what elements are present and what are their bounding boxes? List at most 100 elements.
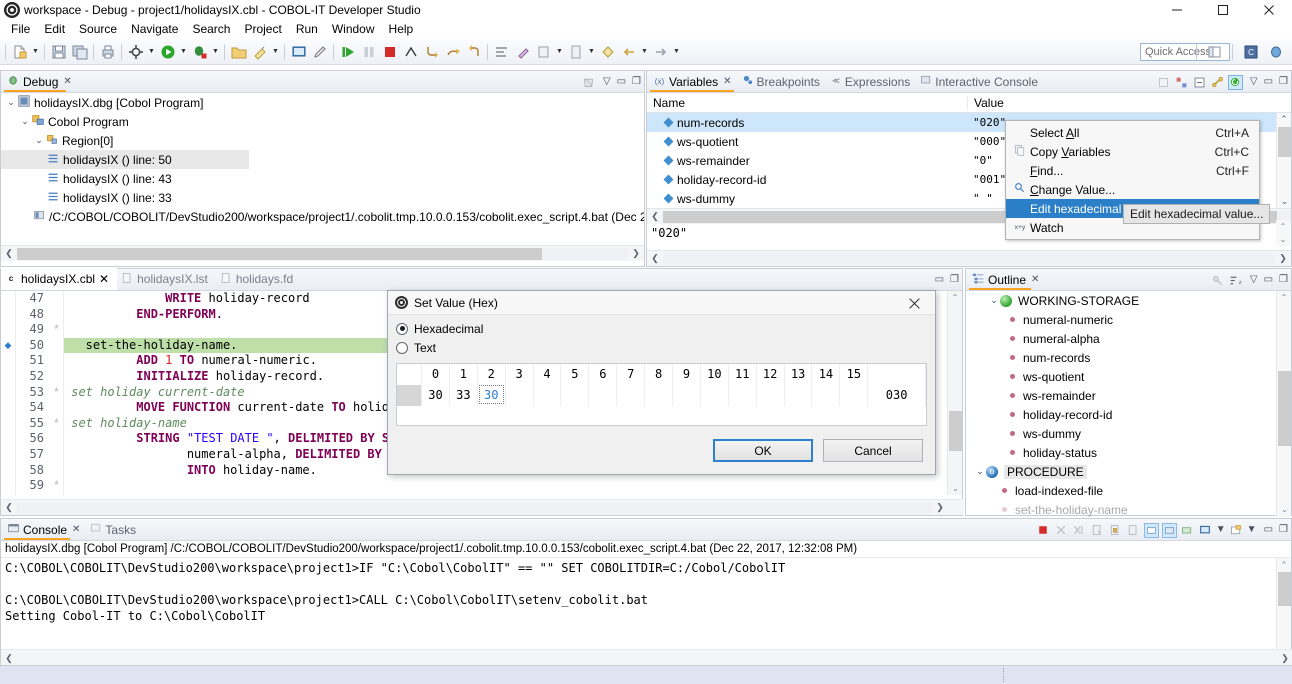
close-icon[interactable]: ✕ — [99, 272, 109, 286]
terminate-icon[interactable] — [379, 41, 400, 63]
outline-row[interactable]: numeral-numeric — [966, 310, 1291, 329]
menu-navigate[interactable]: Navigate — [124, 20, 185, 38]
scroll-up-icon[interactable]: ⌃ — [1277, 291, 1291, 305]
maximize-view-icon[interactable]: ❐ — [632, 77, 641, 87]
hex-byte-cell[interactable] — [729, 385, 757, 406]
tab-interactive-console[interactable]: Interactive Console — [917, 71, 1045, 93]
annotation-icon[interactable] — [533, 41, 554, 63]
cancel-button[interactable]: Cancel — [823, 439, 923, 462]
perspective-debug-icon[interactable] — [1265, 41, 1286, 63]
list-icon[interactable] — [491, 41, 512, 63]
new-console-dropdown-icon[interactable]: ▼ — [1247, 525, 1257, 535]
hex-byte-cell[interactable] — [506, 385, 534, 406]
view-menu-icon[interactable]: ▽ — [603, 77, 611, 87]
back-icon[interactable] — [618, 41, 639, 63]
debug-tree-row[interactable]: ⌄ Region[0] — [1, 131, 644, 150]
chevron-down-icon[interactable]: ⌄ — [33, 135, 45, 146]
new-console-view-icon[interactable] — [1229, 523, 1244, 538]
debug-tree-row[interactable]: ⌄ Cobol Program — [1, 112, 644, 131]
view-menu-icon[interactable]: ▽ — [1250, 275, 1258, 285]
scroll-thumb[interactable] — [949, 411, 962, 451]
menu-help[interactable]: Help — [382, 20, 421, 38]
radio-button-icon[interactable] — [396, 323, 408, 335]
show-console-icon[interactable] — [1126, 523, 1141, 538]
clear-console-icon[interactable] — [1090, 523, 1105, 538]
step-into-icon[interactable] — [421, 41, 442, 63]
hex-value-row[interactable]: 303330030 — [397, 385, 926, 406]
maximize-view-icon[interactable]: ❐ — [1279, 525, 1288, 535]
scroll-thumb[interactable] — [1278, 127, 1291, 157]
scroll-up-icon[interactable]: ⌃ — [1276, 220, 1290, 233]
scroll-down-icon[interactable]: ⌄ — [948, 482, 963, 495]
open-folder-icon[interactable] — [228, 41, 249, 63]
editor-vertical-scrollbar[interactable]: ⌃ ⌄ — [947, 291, 962, 495]
scroll-right-icon[interactable]: ❯ — [628, 248, 644, 259]
print-icon[interactable] — [97, 41, 118, 63]
forward-dropdown-icon[interactable]: ▼ — [671, 41, 682, 63]
run-dropdown-icon[interactable]: ▼ — [178, 41, 189, 63]
chevron-down-icon[interactable]: ⌄ — [988, 295, 1000, 306]
pin-console-icon[interactable] — [1144, 523, 1159, 538]
lock-scroll-icon[interactable] — [1108, 523, 1123, 538]
remove-all-launches-icon[interactable] — [1072, 523, 1087, 538]
open-console-icon[interactable] — [1198, 523, 1213, 538]
hex-byte-cell[interactable] — [701, 385, 729, 406]
open-perspective-icon[interactable] — [1204, 41, 1225, 63]
scroll-right-icon[interactable]: ❯ — [1275, 253, 1291, 264]
minimize-view-icon[interactable]: ▭ — [1264, 77, 1273, 87]
console-vertical-scrollbar[interactable]: ⌃ ⌄ — [1276, 558, 1291, 658]
outline-row[interactable]: load-indexed-file — [966, 481, 1291, 500]
column-header-name[interactable]: Name — [647, 96, 967, 110]
outline-row[interactable]: set-the-holiday-name — [966, 500, 1291, 517]
new-icon[interactable] — [9, 41, 30, 63]
tab-breakpoints[interactable]: Breakpoints — [739, 71, 827, 93]
outline-row[interactable]: holiday-record-id — [966, 405, 1291, 424]
close-icon[interactable]: ✕ — [72, 524, 80, 535]
hex-byte-cell[interactable] — [534, 385, 562, 406]
outline-row[interactable]: ws-dummy — [966, 424, 1291, 443]
detail-horizontal-scrollbar[interactable]: ❮ ❯ — [647, 250, 1291, 266]
dialog-close-button[interactable] — [893, 291, 935, 315]
menu-search[interactable]: Search — [185, 20, 237, 38]
hex-byte-cell[interactable] — [840, 385, 868, 406]
collapse-all-icon[interactable] — [1192, 75, 1207, 90]
scroll-left-icon[interactable]: ❮ — [647, 211, 663, 222]
hex-byte-cell[interactable] — [589, 385, 617, 406]
scroll-left-icon[interactable]: ❮ — [1, 502, 17, 513]
code-line[interactable] — [64, 478, 962, 494]
context-menu-item-select-all[interactable]: Select All Ctrl+A — [1006, 123, 1259, 142]
minimize-view-icon[interactable]: ▭ — [935, 275, 944, 285]
folding-gutter[interactable]: * * * * — [50, 291, 64, 495]
detail-vertical-scrollbar[interactable]: ⌃ ⌄ — [1276, 220, 1290, 246]
minimize-view-icon[interactable]: ▭ — [617, 77, 626, 87]
remove-launch-icon[interactable] — [1054, 523, 1069, 538]
tab-tasks[interactable]: Tasks — [87, 519, 143, 541]
hex-byte-cell[interactable] — [673, 385, 701, 406]
scroll-lock-icon[interactable] — [1180, 523, 1195, 538]
menu-edit[interactable]: Edit — [37, 20, 72, 38]
hex-byte-cell[interactable] — [757, 385, 785, 406]
forward-icon[interactable] — [650, 41, 671, 63]
scroll-track[interactable] — [663, 253, 1275, 265]
run-icon[interactable] — [157, 41, 178, 63]
chevron-down-icon[interactable]: ⌄ — [974, 466, 986, 477]
outline-row[interactable]: numeral-alpha — [966, 329, 1291, 348]
link-icon[interactable] — [1210, 75, 1225, 90]
debug-tree-row[interactable]: /C:/COBOL/COBOLIT/DevStudio200/workspace… — [1, 207, 644, 226]
remove-terminated-icon[interactable] — [581, 75, 596, 90]
context-menu-item-find[interactable]: Find... Ctrl+F — [1006, 161, 1259, 180]
open-console-dropdown-icon[interactable]: ▼ — [1216, 525, 1226, 535]
step-over-icon[interactable] — [442, 41, 463, 63]
hex-byte-cell[interactable] — [561, 385, 589, 406]
scroll-up-icon[interactable]: ⌃ — [948, 291, 962, 304]
menu-file[interactable]: File — [4, 20, 37, 38]
annotation-dropdown-icon[interactable]: ▼ — [554, 41, 565, 63]
scroll-down-icon[interactable]: ⌄ — [1276, 233, 1290, 246]
scroll-right-icon[interactable]: ❯ — [1277, 650, 1292, 666]
hex-editor-table[interactable]: 0123456789101112131415 303330030 — [396, 363, 927, 426]
menu-source[interactable]: Source — [72, 20, 124, 38]
radio-text[interactable]: Text — [388, 338, 935, 357]
close-button[interactable] — [1246, 0, 1292, 19]
radio-button-icon[interactable] — [396, 342, 408, 354]
marker-icon[interactable] — [512, 41, 533, 63]
